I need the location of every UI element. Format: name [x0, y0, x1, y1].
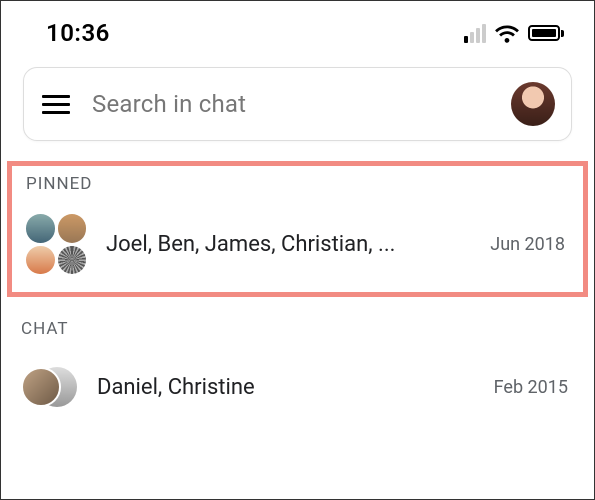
section-header-pinned: PINNED [12, 166, 583, 208]
status-indicators [464, 23, 564, 43]
conversation-row[interactable]: Joel, Ben, James, Christian, ... Jun 201… [12, 208, 583, 280]
section-header-chat: CHAT [1, 297, 594, 353]
cellular-signal-icon [464, 24, 486, 43]
hamburger-menu-icon[interactable] [42, 95, 70, 114]
conversation-date: Jun 2018 [490, 234, 565, 255]
battery-icon [528, 25, 564, 41]
pair-avatar-icon [21, 359, 77, 415]
search-bar[interactable]: Search in chat [23, 67, 572, 141]
conversation-title: Daniel, Christine [97, 375, 474, 400]
conversation-date: Feb 2015 [494, 377, 568, 398]
status-bar: 10:36 [1, 1, 594, 57]
search-input[interactable]: Search in chat [92, 90, 489, 118]
group-avatar-icon [26, 214, 86, 274]
conversation-row[interactable]: Daniel, Christine Feb 2015 [1, 353, 594, 421]
conversation-title: Joel, Ben, James, Christian, ... [106, 232, 470, 257]
clock-time: 10:36 [46, 19, 110, 47]
pinned-section-highlight: PINNED Joel, Ben, James, Christian, ... … [7, 161, 588, 297]
wifi-icon [494, 23, 520, 43]
profile-avatar[interactable] [511, 82, 555, 126]
